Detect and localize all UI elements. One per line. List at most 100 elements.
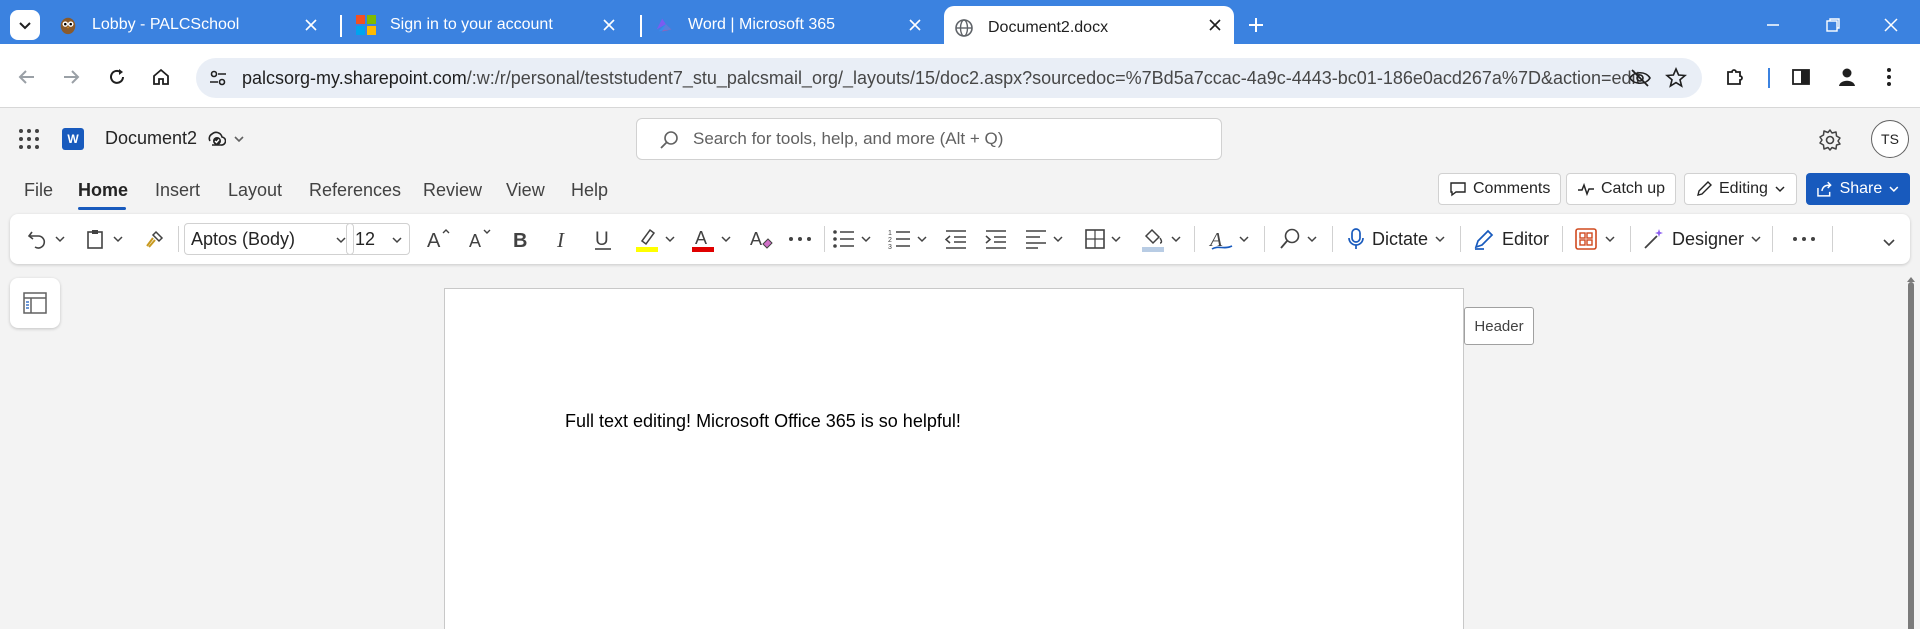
back-button[interactable] xyxy=(14,64,40,90)
site-info-icon[interactable] xyxy=(206,66,230,90)
close-icon[interactable] xyxy=(1206,16,1224,34)
navigation-pane-button[interactable] xyxy=(10,278,60,328)
borders-button[interactable] xyxy=(1084,225,1122,253)
search-box[interactable] xyxy=(636,118,1222,160)
saved-status-icon[interactable] xyxy=(206,129,226,149)
search-icon xyxy=(660,131,678,149)
bold-button[interactable]: B xyxy=(510,225,532,253)
shading-button[interactable] xyxy=(1140,225,1182,253)
paste-button[interactable] xyxy=(84,225,124,253)
chevron-down-icon xyxy=(1239,236,1249,243)
navigation-pane-icon xyxy=(23,292,47,314)
font-color-button[interactable]: A xyxy=(690,225,732,253)
clear-formatting-button[interactable]: A xyxy=(748,225,774,253)
tab-file[interactable]: File xyxy=(24,180,53,201)
word-logo-icon[interactable]: W xyxy=(62,128,84,150)
bookmark-star-icon[interactable] xyxy=(1664,66,1688,90)
address-bar[interactable]: palcsorg-my.sharepoint.com/:w:/r/persona… xyxy=(196,58,1702,98)
side-panel-button[interactable] xyxy=(1788,64,1814,90)
tab-search-button[interactable] xyxy=(10,10,40,40)
undo-button[interactable] xyxy=(26,225,66,253)
ribbon-divider xyxy=(178,226,179,252)
ellipsis-icon xyxy=(1793,237,1815,241)
chevron-down-icon xyxy=(1605,236,1615,243)
comments-button[interactable]: Comments xyxy=(1438,173,1562,205)
share-button[interactable]: Share xyxy=(1806,173,1910,205)
chevron-down-icon xyxy=(19,22,31,30)
tab-home[interactable]: Home xyxy=(78,180,128,201)
editor-button[interactable]: Editor xyxy=(1472,225,1555,253)
svg-text:A: A xyxy=(695,228,707,248)
restore-button[interactable] xyxy=(1820,12,1846,38)
scrollbar-thumb[interactable] xyxy=(1908,282,1914,629)
tab-help[interactable]: Help xyxy=(571,180,608,201)
tab-review[interactable]: Review xyxy=(423,180,482,201)
url-host: palcsorg-my.sharepoint.com xyxy=(242,68,467,88)
close-icon[interactable] xyxy=(302,16,320,34)
new-tab-button[interactable] xyxy=(1244,13,1268,37)
decrease-indent-button[interactable] xyxy=(944,225,968,253)
more-font-options-button[interactable] xyxy=(788,225,812,253)
chevron-down-icon xyxy=(1171,236,1181,243)
styles-button[interactable]: A xyxy=(1208,225,1250,253)
add-ins-button[interactable] xyxy=(1574,225,1616,253)
search-input[interactable] xyxy=(693,127,1193,151)
tab-divider xyxy=(640,15,642,37)
ribbon-divider xyxy=(1630,226,1631,252)
increase-indent-button[interactable] xyxy=(984,225,1008,253)
header-tag[interactable]: Header xyxy=(1464,307,1534,345)
shrink-font-button[interactable]: A xyxy=(468,225,494,253)
dictate-button[interactable]: Dictate xyxy=(1346,225,1446,253)
chevron-down-icon[interactable] xyxy=(232,132,246,146)
extensions-button[interactable] xyxy=(1722,64,1748,90)
close-icon[interactable] xyxy=(906,16,924,34)
browser-tab-sign-in[interactable]: Sign in to your account xyxy=(356,6,628,44)
font-size-select[interactable]: 12 xyxy=(346,223,410,255)
italic-button[interactable]: I xyxy=(552,225,574,253)
close-icon[interactable] xyxy=(600,16,618,34)
settings-gear-icon[interactable] xyxy=(1818,128,1842,152)
user-avatar[interactable]: TS xyxy=(1871,120,1909,158)
paintbrush-icon xyxy=(146,230,164,248)
grow-font-button[interactable]: A xyxy=(426,225,452,253)
document-name[interactable]: Document2 xyxy=(105,128,197,149)
underline-button[interactable]: U xyxy=(592,225,614,253)
bullets-button[interactable] xyxy=(832,225,872,253)
alignment-button[interactable] xyxy=(1024,225,1064,253)
app-launcher-icon[interactable] xyxy=(18,128,40,150)
tab-layout[interactable]: Layout xyxy=(228,180,282,201)
home-button[interactable] xyxy=(148,64,174,90)
reload-button[interactable] xyxy=(104,64,130,90)
designer-button[interactable]: Designer xyxy=(1642,225,1762,253)
font-family-select[interactable]: Aptos (Body) xyxy=(184,223,354,255)
tab-insert[interactable]: Insert xyxy=(155,180,200,201)
tab-references[interactable]: References xyxy=(309,180,401,201)
tab-view[interactable]: View xyxy=(506,180,545,201)
editing-mode-button[interactable]: Editing xyxy=(1684,173,1797,205)
profile-avatar-icon xyxy=(1836,66,1858,88)
chevron-down-icon xyxy=(1883,239,1895,247)
bold-icon: B xyxy=(513,230,527,251)
svg-text:3: 3 xyxy=(888,244,892,250)
svg-text:2: 2 xyxy=(888,237,892,244)
numbering-button[interactable]: 123 xyxy=(888,225,928,253)
find-button[interactable] xyxy=(1278,225,1318,253)
forward-button[interactable] xyxy=(58,64,84,90)
minimize-button[interactable] xyxy=(1760,12,1786,38)
document-body-text[interactable]: Full text editing! Microsoft Office 365 … xyxy=(565,411,961,432)
catch-up-button[interactable]: Catch up xyxy=(1566,173,1677,205)
profile-button[interactable] xyxy=(1834,64,1860,90)
more-options-button[interactable] xyxy=(1792,225,1816,253)
highlight-color-button[interactable] xyxy=(634,225,676,253)
vertical-scrollbar[interactable] xyxy=(1906,276,1916,629)
browser-tab-word-365[interactable]: Word | Microsoft 365 xyxy=(654,6,934,44)
close-window-button[interactable] xyxy=(1878,12,1904,38)
document-page[interactable]: Full text editing! Microsoft Office 365 … xyxy=(444,288,1464,629)
word-title-bar: W Document2 TS xyxy=(0,108,1920,170)
ribbon-divider xyxy=(1194,226,1195,252)
browser-tab-lobby[interactable]: Lobby - PALCSchool xyxy=(58,6,330,44)
eye-off-icon[interactable] xyxy=(1628,66,1652,90)
ribbon-expand-button[interactable] xyxy=(1882,228,1896,256)
format-painter-button[interactable] xyxy=(144,225,166,253)
browser-menu-button[interactable] xyxy=(1876,64,1902,90)
